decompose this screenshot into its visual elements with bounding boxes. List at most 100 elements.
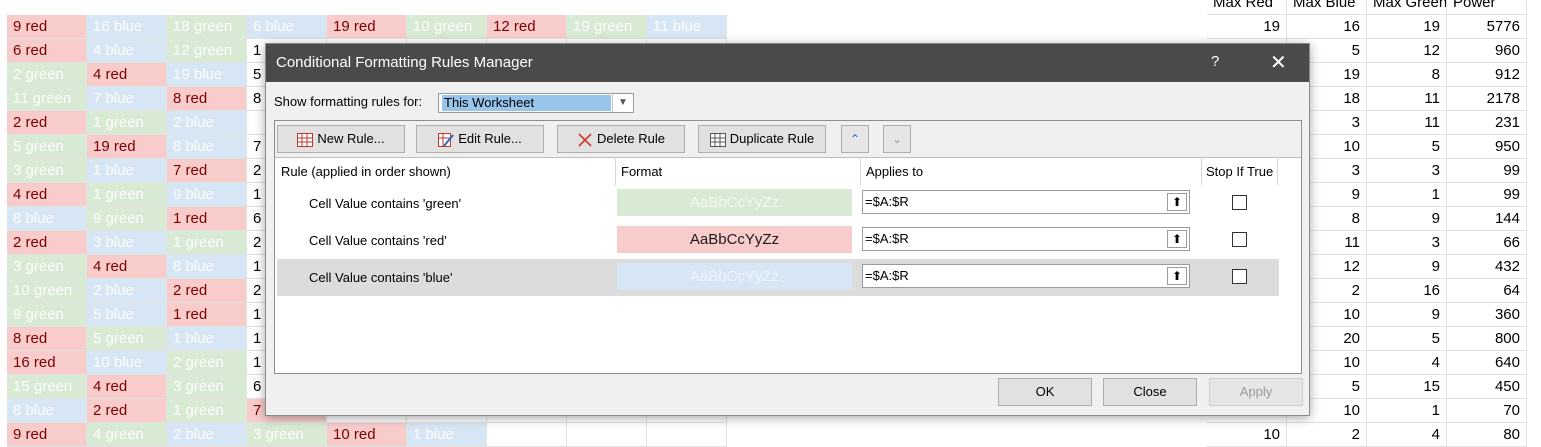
new-rule-button[interactable]: New Rule... <box>277 125 405 153</box>
sheet-number-cell[interactable]: 5 <box>1367 327 1447 351</box>
sheet-number-cell[interactable]: 16 <box>1287 15 1367 39</box>
chevron-down-icon[interactable]: ▼ <box>612 94 633 112</box>
sheet-cell[interactable]: 2 red <box>7 231 87 255</box>
sheet-cell[interactable]: 5 blue <box>87 303 167 327</box>
sheet-cell[interactable]: 10 green <box>7 279 87 303</box>
sheet-cell[interactable]: 6 blue <box>247 15 327 39</box>
sheet-number-cell[interactable]: 15 <box>1367 375 1447 399</box>
duplicate-rule-button[interactable]: Duplicate Rule <box>698 125 826 153</box>
collapse-range-icon[interactable]: ⬆ <box>1167 230 1187 248</box>
sheet-cell[interactable]: 9 blue <box>167 183 247 207</box>
sheet-cell[interactable]: 19 red <box>87 135 167 159</box>
stop-if-true-checkbox[interactable] <box>1232 269 1247 284</box>
sheet-cell[interactable]: 3 green <box>247 423 327 447</box>
sheet-cell[interactable]: 1 red <box>167 207 247 231</box>
sheet-cell[interactable]: 2 red <box>7 111 87 135</box>
sheet-cell[interactable]: 11 blue <box>647 15 727 39</box>
sheet-number-cell[interactable]: 3 <box>1367 159 1447 183</box>
rule-row[interactable]: Cell Value contains 'red' AaBbCcYyZz =$A:$… <box>277 222 1279 259</box>
sheet-number-cell[interactable]: 80 <box>1447 423 1527 447</box>
sheet-cell[interactable]: 19 blue <box>167 63 247 87</box>
sheet-cell[interactable]: 4 red <box>7 183 87 207</box>
sheet-cell[interactable]: 1 blue <box>87 159 167 183</box>
sheet-cell[interactable]: 2 red <box>87 399 167 423</box>
sheet-number-cell[interactable]: 5 <box>1367 135 1447 159</box>
sheet-cell[interactable]: 8 blue <box>167 255 247 279</box>
sheet-cell[interactable]: 19 red <box>327 15 407 39</box>
sheet-cell[interactable]: 1 blue <box>407 423 487 447</box>
sheet-number-cell[interactable]: 144 <box>1447 207 1527 231</box>
sheet-cell[interactable]: 10 red <box>327 423 407 447</box>
edit-rule-button[interactable]: Edit Rule... <box>416 125 544 153</box>
move-up-button[interactable]: ⌃ <box>841 125 869 153</box>
column-header-cell[interactable]: Max Red <box>1207 0 1287 15</box>
sheet-cell[interactable] <box>487 423 567 447</box>
sheet-number-cell[interactable]: 99 <box>1447 159 1527 183</box>
sheet-number-cell[interactable]: 2 <box>1287 423 1367 447</box>
sheet-cell[interactable]: 3 green <box>7 159 87 183</box>
sheet-number-cell[interactable]: 66 <box>1447 231 1527 255</box>
stop-if-true-checkbox[interactable] <box>1232 232 1247 247</box>
sheet-number-cell[interactable]: 9 <box>1367 303 1447 327</box>
sheet-cell[interactable]: 8 blue <box>167 135 247 159</box>
sheet-cell[interactable] <box>567 423 647 447</box>
sheet-cell[interactable]: 9 red <box>7 15 87 39</box>
sheet-cell[interactable]: 2 green <box>7 63 87 87</box>
sheet-cell[interactable]: 3 green <box>167 375 247 399</box>
sheet-cell[interactable]: 1 green <box>87 183 167 207</box>
sheet-number-cell[interactable]: 2178 <box>1447 87 1527 111</box>
sheet-cell[interactable]: 1 blue <box>167 327 247 351</box>
close-icon[interactable]: ✕ <box>1270 50 1287 75</box>
sheet-number-cell[interactable]: 800 <box>1447 327 1527 351</box>
sheet-number-cell[interactable]: 19 <box>1207 15 1287 39</box>
sheet-cell[interactable]: 19 green <box>567 15 647 39</box>
sheet-cell[interactable]: 15 green <box>7 375 87 399</box>
sheet-number-cell[interactable]: 99 <box>1447 183 1527 207</box>
sheet-cell[interactable]: 1 green <box>167 399 247 423</box>
sheet-cell[interactable]: 5 green <box>7 135 87 159</box>
sheet-cell[interactable]: 11 green <box>7 87 87 111</box>
rule-row[interactable]: Cell Value contains 'blue' AaBbCcYyZz =$A:… <box>277 259 1279 296</box>
delete-rule-button[interactable]: Delete Rule <box>557 125 685 153</box>
collapse-range-icon[interactable]: ⬆ <box>1167 267 1187 285</box>
sheet-cell[interactable]: 2 blue <box>87 279 167 303</box>
sheet-cell[interactable]: 1 green <box>87 111 167 135</box>
sheet-number-cell[interactable]: 1 <box>1367 399 1447 423</box>
sheet-cell[interactable]: 2 blue <box>167 423 247 447</box>
help-button[interactable]: ? <box>1211 53 1219 70</box>
sheet-number-cell[interactable]: 12 <box>1367 39 1447 63</box>
applies-to-field[interactable]: =$A:$R ⬆ <box>862 227 1190 251</box>
sheet-number-cell[interactable]: 450 <box>1447 375 1527 399</box>
sheet-number-cell[interactable]: 9 <box>1367 255 1447 279</box>
sheet-cell[interactable]: 3 blue <box>87 231 167 255</box>
sheet-cell[interactable]: 4 green <box>87 423 167 447</box>
sheet-number-cell[interactable]: 1 <box>1367 183 1447 207</box>
move-down-button[interactable]: ⌄ <box>883 125 911 153</box>
sheet-cell[interactable]: 6 red <box>7 39 87 63</box>
sheet-number-cell[interactable]: 231 <box>1447 111 1527 135</box>
sheet-cell[interactable]: 10 green <box>407 15 487 39</box>
column-header-cell[interactable]: Power <box>1447 0 1527 15</box>
ok-button[interactable]: OK <box>998 378 1092 406</box>
sheet-cell[interactable] <box>647 423 727 447</box>
sheet-cell[interactable]: 8 red <box>7 327 87 351</box>
sheet-cell[interactable]: 16 blue <box>87 15 167 39</box>
collapse-range-icon[interactable]: ⬆ <box>1167 193 1187 211</box>
sheet-cell[interactable]: 9 red <box>7 423 87 447</box>
sheet-number-cell[interactable]: 11 <box>1367 87 1447 111</box>
column-header-cell[interactable]: Max Blue <box>1287 0 1367 15</box>
sheet-cell[interactable]: 2 red <box>167 279 247 303</box>
sheet-cell[interactable]: 4 red <box>87 255 167 279</box>
sheet-cell[interactable]: 1 green <box>167 231 247 255</box>
sheet-number-cell[interactable]: 5776 <box>1447 15 1527 39</box>
sheet-cell[interactable]: 7 red <box>167 159 247 183</box>
stop-if-true-checkbox[interactable] <box>1232 195 1247 210</box>
sheet-cell[interactable]: 4 red <box>87 63 167 87</box>
sheet-number-cell[interactable]: 4 <box>1367 423 1447 447</box>
sheet-cell[interactable]: 5 green <box>87 327 167 351</box>
applies-to-field[interactable]: =$A:$R ⬆ <box>862 190 1190 214</box>
sheet-number-cell[interactable]: 16 <box>1367 279 1447 303</box>
sheet-cell[interactable]: 12 red <box>487 15 567 39</box>
sheet-number-cell[interactable]: 64 <box>1447 279 1527 303</box>
sheet-number-cell[interactable]: 432 <box>1447 255 1527 279</box>
